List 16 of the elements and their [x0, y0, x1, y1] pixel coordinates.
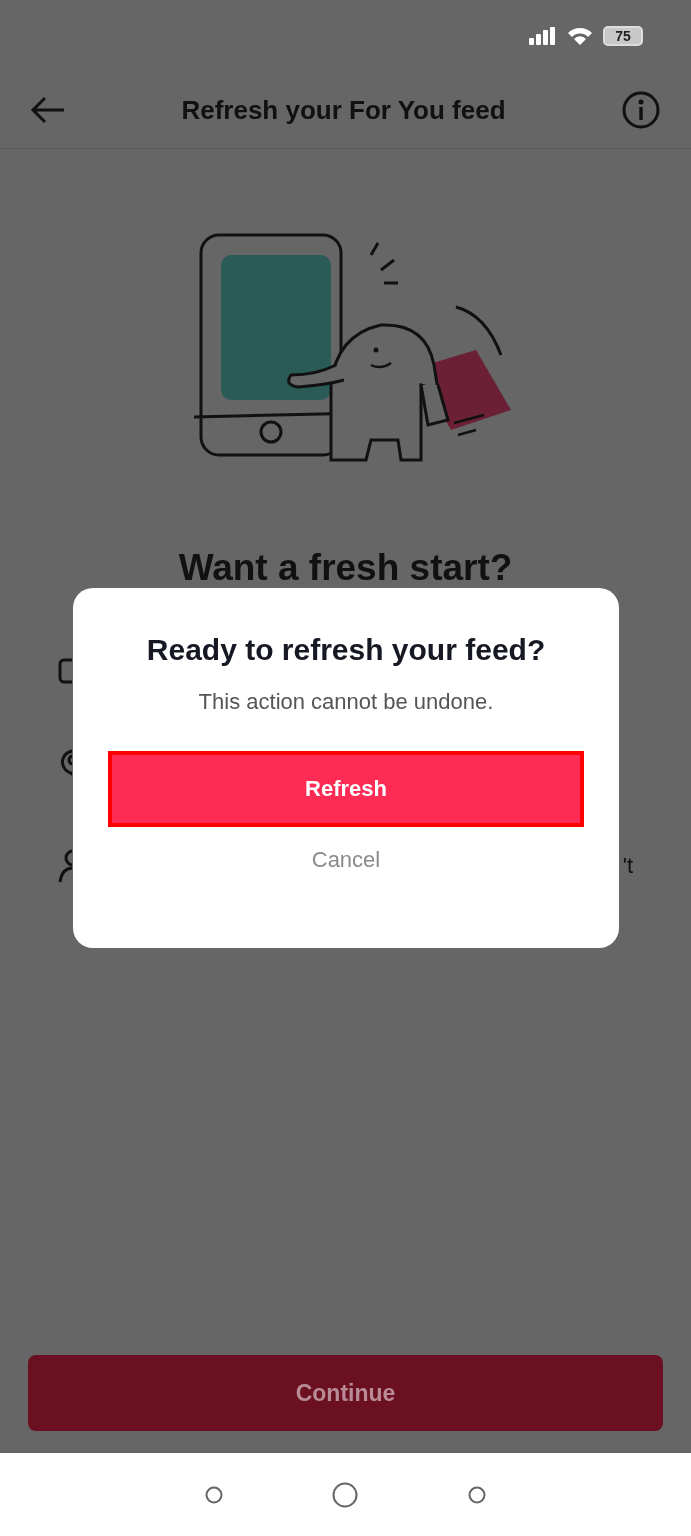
heading: Want a fresh start?: [177, 547, 514, 590]
battery-icon: 75: [603, 26, 643, 46]
item-text: 't: [622, 852, 633, 879]
back-arrow-icon[interactable]: [30, 95, 66, 125]
wifi-icon: [567, 26, 593, 46]
refresh-button[interactable]: Refresh: [108, 751, 584, 827]
dialog-title: Ready to refresh your feed?: [146, 633, 546, 667]
person-icon: [58, 848, 72, 883]
dialog-message: This action cannot be undone.: [198, 689, 494, 715]
home-icon[interactable]: [331, 1480, 360, 1509]
info-icon[interactable]: [621, 90, 661, 130]
signal-icon: [529, 27, 557, 45]
cancel-button[interactable]: Cancel: [301, 841, 391, 879]
recent-apps-icon[interactable]: [203, 1484, 224, 1505]
page-title: Refresh your For You feed: [181, 94, 506, 126]
back-icon[interactable]: [467, 1484, 488, 1505]
